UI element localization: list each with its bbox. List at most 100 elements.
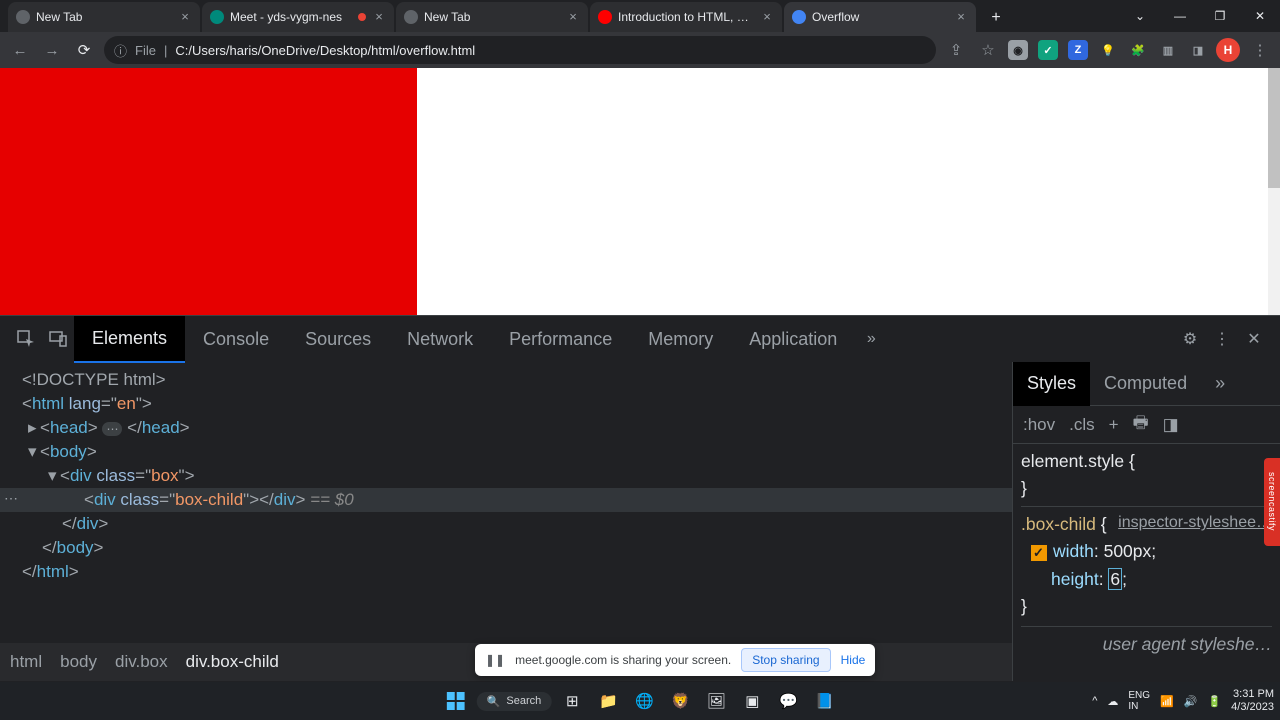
tab-new-tab-2[interactable]: New Tab × <box>396 2 588 32</box>
css-value-editing[interactable]: 6 <box>1108 568 1122 590</box>
more-styles-tabs-icon[interactable]: » <box>1201 362 1239 406</box>
tab-meet[interactable]: Meet - yds-vygm-nes × <box>202 2 394 32</box>
devtools-header: Elements Console Sources Network Perform… <box>0 315 1280 362</box>
browser-tab-strip: New Tab × Meet - yds-vygm-nes × New Tab … <box>0 0 1280 32</box>
close-icon[interactable]: × <box>178 10 192 24</box>
reload-button[interactable]: ⟳ <box>72 38 96 62</box>
side-panel-icon[interactable]: ◨ <box>1188 40 1208 60</box>
page-icon <box>792 10 806 24</box>
tab-title: Meet - yds-vygm-nes <box>230 10 352 24</box>
recording-indicator-icon <box>358 13 366 21</box>
close-icon[interactable]: × <box>760 10 774 24</box>
close-devtools-button[interactable]: ✕ <box>1238 323 1270 355</box>
crumb-html[interactable]: html <box>10 652 42 672</box>
dom-selected-node[interactable]: <div class="box-child"></div> == $0 <box>0 488 1012 512</box>
image-app-icon[interactable]: 🖼 <box>701 686 731 716</box>
css-prop-width[interactable]: width <box>1053 541 1094 561</box>
ext-idea-icon[interactable]: 💡 <box>1098 40 1118 60</box>
elements-panel[interactable]: <!DOCTYPE html> <html lang="en"> ▸<head>… <box>0 362 1012 681</box>
tab-youtube[interactable]: Introduction to HTML, CSS, JavaS × <box>590 2 782 32</box>
language-indicator[interactable]: ENGIN <box>1128 690 1150 712</box>
chevron-down-icon[interactable]: ⌄ <box>1120 0 1160 32</box>
dom-doctype: <!DOCTYPE html> <box>22 370 166 389</box>
page-scrollbar[interactable] <box>1268 68 1280 315</box>
maximize-button[interactable]: ❐ <box>1200 0 1240 32</box>
styles-tab[interactable]: Styles <box>1013 362 1090 406</box>
explorer-icon[interactable]: 📁 <box>593 686 623 716</box>
device-toggle-button[interactable] <box>42 323 74 355</box>
devtools-tab-memory[interactable]: Memory <box>630 316 731 363</box>
settings-icon[interactable]: ⚙ <box>1174 323 1206 355</box>
close-icon[interactable]: × <box>372 10 386 24</box>
devtools-body: <!DOCTYPE html> <html lang="en"> ▸<head>… <box>0 362 1280 681</box>
profile-avatar[interactable]: H <box>1216 38 1240 62</box>
devtools-tab-performance[interactable]: Performance <box>491 316 630 363</box>
devtools-tab-console[interactable]: Console <box>185 316 287 363</box>
css-selector[interactable]: .box-child <box>1021 514 1101 534</box>
url-text: C:/Users/haris/OneDrive/Desktop/html/ove… <box>175 43 475 58</box>
minimize-button[interactable]: ― <box>1160 0 1200 32</box>
crumb-box-child[interactable]: div.box-child <box>186 652 279 672</box>
crumb-box[interactable]: div.box <box>115 652 168 672</box>
devtools-tab-elements[interactable]: Elements <box>74 316 185 363</box>
inspect-element-button[interactable] <box>10 323 42 355</box>
stylesheet-link[interactable]: inspector-styleshee… <box>1118 511 1272 536</box>
share-icon[interactable]: ⇪ <box>944 38 968 62</box>
brave-icon[interactable]: 🦁 <box>665 686 695 716</box>
hov-toggle[interactable]: :hov <box>1023 415 1055 435</box>
taskbar-search[interactable]: 🔍Search <box>477 692 552 711</box>
back-button[interactable]: ← <box>8 38 32 62</box>
property-checkbox[interactable] <box>1031 545 1047 561</box>
print-icon[interactable]: 🖶 <box>1133 410 1149 439</box>
bookmark-icon[interactable]: ☆ <box>976 38 1000 62</box>
ext-reader-icon[interactable]: ▥ <box>1158 40 1178 60</box>
file-icon: ⓘ <box>114 41 127 60</box>
task-view-button[interactable]: ⊞ <box>557 686 587 716</box>
extensions-button[interactable]: 🧩 <box>1128 40 1148 60</box>
stop-sharing-button[interactable]: Stop sharing <box>741 648 830 672</box>
styles-toolbar: :hov .cls + 🖶 ◨ <box>1013 406 1280 444</box>
screen-share-notice: ❚❚ meet.google.com is sharing your scree… <box>475 644 875 676</box>
close-icon[interactable]: × <box>566 10 580 24</box>
close-window-button[interactable]: ✕ <box>1240 0 1280 32</box>
new-tab-button[interactable]: + <box>982 4 1010 32</box>
tab-overflow[interactable]: Overflow × <box>784 2 976 32</box>
taskbar-clock[interactable]: 3:31 PM 4/3/2023 <box>1231 688 1274 713</box>
battery-icon[interactable]: 🔋 <box>1207 695 1221 708</box>
more-tabs-icon[interactable]: » <box>855 323 887 355</box>
crumb-body[interactable]: body <box>60 652 97 672</box>
devtools-tab-application[interactable]: Application <box>731 316 855 363</box>
cls-toggle[interactable]: .cls <box>1069 415 1095 435</box>
whatsapp-icon[interactable]: 💬 <box>773 686 803 716</box>
hide-share-button[interactable]: Hide <box>841 653 866 667</box>
devtools-tab-network[interactable]: Network <box>389 316 491 363</box>
start-button[interactable] <box>441 686 471 716</box>
volume-icon[interactable]: 🔊 <box>1184 695 1198 708</box>
close-icon[interactable]: × <box>954 10 968 24</box>
vscode-icon[interactable]: 📘 <box>809 686 839 716</box>
toggle-sidebar-icon[interactable]: ◨ <box>1163 415 1179 435</box>
window-controls: ⌄ ― ❐ ✕ <box>1120 0 1280 32</box>
tab-title: New Tab <box>424 10 560 24</box>
ext-zoom-icon[interactable]: Z <box>1068 40 1088 60</box>
computed-tab[interactable]: Computed <box>1090 362 1201 406</box>
wifi-icon[interactable]: 📶 <box>1160 695 1174 708</box>
chrome-icon[interactable]: 🌐 <box>629 686 659 716</box>
terminal-icon[interactable]: ▣ <box>737 686 767 716</box>
ext-grammarly-icon[interactable]: ✓ <box>1038 40 1058 60</box>
css-prop-height[interactable]: height <box>1051 569 1099 589</box>
omnibox[interactable]: ⓘ File | C:/Users/haris/OneDrive/Desktop… <box>104 36 936 64</box>
kebab-menu-icon[interactable]: ⋮ <box>1206 323 1238 355</box>
devtools-tab-sources[interactable]: Sources <box>287 316 389 363</box>
new-style-rule-button[interactable]: + <box>1109 415 1119 435</box>
css-rules[interactable]: element.style { } inspector-styleshee… .… <box>1013 444 1280 681</box>
screencastify-tab[interactable]: screencastify <box>1264 458 1280 546</box>
forward-button[interactable]: → <box>40 38 64 62</box>
share-text: meet.google.com is sharing your screen. <box>515 653 731 667</box>
ext-camera-icon[interactable]: ◉ <box>1008 40 1028 60</box>
menu-button[interactable]: ⋮ <box>1248 38 1272 62</box>
url-scheme: File <box>135 43 156 58</box>
chevron-up-icon[interactable]: ^ <box>1092 695 1097 707</box>
tab-new-tab-1[interactable]: New Tab × <box>8 2 200 32</box>
onedrive-icon[interactable]: ☁ <box>1107 695 1118 708</box>
